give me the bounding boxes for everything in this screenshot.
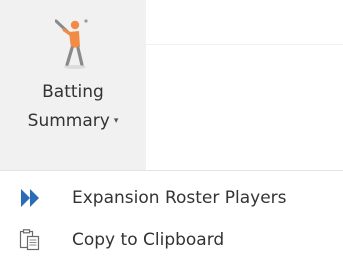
ribbon-area: Batting Summary ▾ <box>0 0 343 170</box>
dropdown-menu: Expansion Roster Players Copy to Clipboa… <box>0 170 343 261</box>
chevron-down-icon[interactable]: ▾ <box>114 109 119 133</box>
button-label-text: Summary <box>27 111 110 131</box>
batting-summary-button[interactable]: Batting Summary ▾ <box>0 0 146 170</box>
fast-forward-icon <box>21 189 39 207</box>
menu-item-copy-to-clipboard[interactable]: Copy to Clipboard <box>0 223 343 257</box>
ribbon-divider <box>146 44 343 45</box>
button-label-line1: Batting <box>42 82 104 102</box>
menu-item-expansion-roster-players[interactable]: Expansion Roster Players <box>0 181 343 215</box>
menu-item-label: Expansion Roster Players <box>72 188 287 208</box>
menu-item-label: Copy to Clipboard <box>72 230 225 250</box>
baseball-batter-icon <box>55 19 88 69</box>
button-label-line2: Summary ▾ <box>0 109 146 133</box>
batting-summary-dropdown-view: Batting Summary ▾ Expansion Roster Player… <box>0 0 343 261</box>
copy-clipboard-icon <box>19 229 40 251</box>
